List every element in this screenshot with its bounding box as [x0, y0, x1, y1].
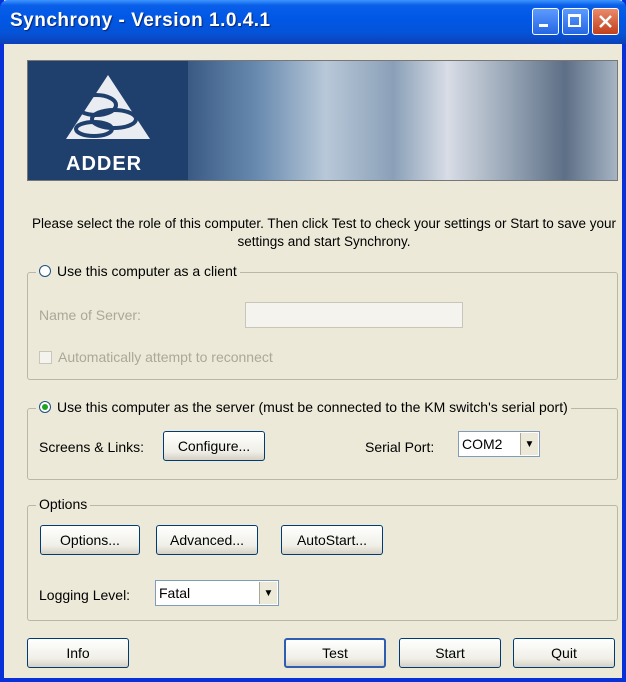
reconnect-checkbox[interactable]: Automatically attempt to reconnect	[39, 349, 273, 365]
chevron-down-icon[interactable]: ▼	[520, 433, 538, 455]
autostart-button[interactable]: AutoStart...	[281, 525, 383, 555]
client-radio-label: Use this computer as a client	[57, 263, 237, 279]
server-name-input[interactable]	[245, 302, 463, 328]
synchrony-window: Synchrony - Version 1.0.4.1 ADDER Please…	[0, 0, 626, 682]
instructions-text: Please select the role of this computer.…	[31, 216, 617, 249]
logging-level-label: Logging Level:	[39, 587, 131, 603]
maximize-icon	[568, 14, 581, 27]
options-group: Options Options... Advanced... AutoStart…	[27, 496, 618, 621]
title-bar[interactable]: Synchrony - Version 1.0.4.1	[0, 0, 626, 44]
advanced-button[interactable]: Advanced...	[156, 525, 258, 555]
serial-port-value: COM2	[462, 436, 503, 452]
close-button[interactable]	[592, 8, 619, 35]
server-name-label: Name of Server:	[39, 307, 141, 323]
minimize-icon	[539, 24, 548, 27]
serial-port-select[interactable]: COM2 ▼	[458, 431, 540, 457]
server-radio-button[interactable]	[39, 401, 51, 413]
client-radio[interactable]: Use this computer as a client	[36, 263, 240, 279]
screens-links-label: Screens & Links:	[39, 439, 145, 455]
minimize-button[interactable]	[532, 8, 559, 35]
close-icon	[599, 15, 612, 28]
logging-level-select[interactable]: Fatal ▼	[155, 580, 279, 606]
chevron-down-icon[interactable]: ▼	[259, 582, 277, 604]
client-radio-button[interactable]	[39, 265, 51, 277]
test-button[interactable]: Test	[284, 638, 386, 668]
start-button[interactable]: Start	[399, 638, 501, 668]
options-group-title: Options	[36, 496, 91, 512]
server-group: Use this computer as the server (must be…	[27, 399, 618, 480]
adder-snake-logo-icon	[66, 75, 150, 139]
banner-photo	[168, 61, 617, 180]
quit-button[interactable]: Quit	[513, 638, 615, 668]
client-group: Use this computer as a client Name of Se…	[27, 263, 618, 380]
options-button[interactable]: Options...	[40, 525, 140, 555]
window-title: Synchrony - Version 1.0.4.1	[10, 10, 271, 31]
adder-logo-text: ADDER	[66, 153, 143, 175]
logging-level-value: Fatal	[159, 585, 191, 601]
info-button[interactable]: Info	[27, 638, 129, 668]
adder-banner: ADDER	[27, 60, 618, 181]
server-radio-label: Use this computer as the server (must be…	[57, 399, 568, 415]
serial-port-label: Serial Port:	[365, 439, 435, 455]
reconnect-checkbox-box[interactable]	[39, 351, 52, 364]
configure-button[interactable]: Configure...	[163, 431, 265, 461]
server-radio[interactable]: Use this computer as the server (must be…	[36, 399, 571, 415]
maximize-button[interactable]	[562, 8, 589, 35]
reconnect-label: Automatically attempt to reconnect	[58, 349, 273, 365]
